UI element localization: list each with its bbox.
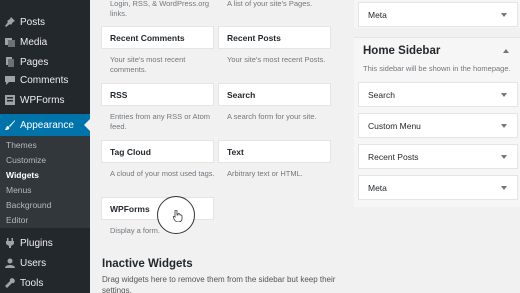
sidebar-widget-label: Search bbox=[368, 89, 395, 100]
hand-cursor-icon bbox=[173, 210, 183, 222]
widget-desc-tag-cloud: A cloud of your most used tags. bbox=[110, 169, 215, 178]
menu-users-label: Users bbox=[20, 257, 47, 269]
widget-recent-posts[interactable]: Recent Posts bbox=[218, 26, 331, 49]
chevron-down-icon[interactable] bbox=[501, 185, 507, 190]
menu-wpforms-label: WPForms bbox=[20, 94, 65, 106]
menu-plugins-label: Plugins bbox=[20, 237, 53, 249]
submenu-background[interactable]: Background bbox=[6, 200, 51, 210]
submenu-themes[interactable]: Themes bbox=[6, 140, 37, 150]
current-arrow bbox=[84, 119, 90, 131]
chevron-down-icon[interactable] bbox=[501, 154, 507, 159]
form-icon bbox=[5, 95, 15, 105]
menu-media-label: Media bbox=[20, 36, 48, 48]
menu-pages-label: Pages bbox=[20, 56, 49, 68]
widget-desc-text: Arbitrary text or HTML. bbox=[227, 169, 303, 178]
sidebar-widget-meta[interactable]: Meta bbox=[358, 175, 518, 200]
menu-wpforms[interactable]: WPForms bbox=[0, 90, 90, 110]
media-icon bbox=[5, 37, 15, 47]
menu-media[interactable]: Media bbox=[0, 32, 90, 52]
user-icon bbox=[5, 258, 15, 268]
widget-desc-recent-posts: Your site's most recent Posts. bbox=[227, 55, 326, 64]
widget-text[interactable]: Text bbox=[218, 140, 331, 163]
sidebar-widget-label: Meta bbox=[368, 9, 387, 20]
chevron-up-icon[interactable] bbox=[503, 49, 509, 53]
admin-sidebar: Posts Media Pages Comments WPForms Appea… bbox=[0, 0, 90, 293]
menu-pages[interactable]: Pages bbox=[0, 52, 90, 72]
menu-appearance[interactable]: Appearance bbox=[0, 114, 90, 136]
wrench-icon bbox=[5, 278, 15, 288]
chevron-down-icon[interactable] bbox=[501, 12, 507, 17]
submenu-menus[interactable]: Menus bbox=[6, 185, 32, 195]
submenu-widgets[interactable]: Widgets bbox=[6, 170, 39, 180]
sidebar-widget-recent-posts[interactable]: Recent Posts bbox=[358, 144, 518, 169]
menu-appearance-label: Appearance bbox=[20, 119, 74, 131]
widget-desc-meta: Login, RSS, & WordPress.org links. bbox=[110, 0, 210, 18]
sidebar-widget-label: Recent Posts bbox=[368, 151, 419, 162]
menu-tools[interactable]: Tools bbox=[0, 273, 90, 293]
appearance-submenu: Themes Customize Widgets Menus Backgroun… bbox=[0, 136, 90, 228]
widget-rss[interactable]: RSS bbox=[101, 83, 214, 106]
widget-search[interactable]: Search bbox=[218, 83, 331, 106]
inactive-widgets-title: Inactive Widgets bbox=[102, 258, 193, 270]
home-sidebar-title[interactable]: Home Sidebar bbox=[363, 45, 440, 57]
sidebar-widget-label: Custom Menu bbox=[368, 120, 421, 131]
sidebar-widget-meta-top[interactable]: Meta bbox=[358, 2, 518, 27]
widget-desc-rss: Entries from any RSS or Atom feed. bbox=[110, 112, 211, 131]
menu-posts-label: Posts bbox=[20, 16, 46, 28]
sidebar-widget-search[interactable]: Search bbox=[358, 82, 518, 107]
widget-tag-cloud[interactable]: Tag Cloud bbox=[101, 140, 214, 163]
menu-plugins[interactable]: Plugins bbox=[0, 233, 90, 253]
widget-desc-recent-comments: Your site's most recent comments. bbox=[110, 55, 186, 74]
comment-icon bbox=[5, 75, 15, 85]
submenu-editor[interactable]: Editor bbox=[6, 215, 28, 225]
menu-users[interactable]: Users bbox=[0, 253, 90, 273]
menu-posts[interactable]: Posts bbox=[0, 12, 90, 32]
home-sidebar-desc: This sidebar will be shown in the homepa… bbox=[363, 64, 511, 73]
widget-desc-pages: A list of your site's Pages. bbox=[227, 0, 313, 8]
inactive-widgets-desc: Drag widgets here to remove them from th… bbox=[102, 275, 336, 293]
menu-comments[interactable]: Comments bbox=[0, 70, 90, 90]
pin-icon bbox=[5, 17, 15, 27]
menu-tools-label: Tools bbox=[20, 277, 44, 289]
sidebar-widget-custom-menu[interactable]: Custom Menu bbox=[358, 113, 518, 138]
pages-icon bbox=[5, 57, 15, 67]
submenu-customize[interactable]: Customize bbox=[6, 155, 46, 165]
cursor-highlight bbox=[157, 196, 195, 234]
sidebar-widget-label: Meta bbox=[368, 182, 387, 193]
plug-icon bbox=[5, 238, 15, 248]
chevron-down-icon[interactable] bbox=[501, 92, 507, 97]
brush-icon bbox=[5, 120, 15, 130]
widget-recent-comments[interactable]: Recent Comments bbox=[101, 26, 214, 49]
widget-desc-search: A search form for your site. bbox=[227, 112, 317, 121]
chevron-down-icon[interactable] bbox=[501, 123, 507, 128]
menu-comments-label: Comments bbox=[20, 74, 69, 86]
